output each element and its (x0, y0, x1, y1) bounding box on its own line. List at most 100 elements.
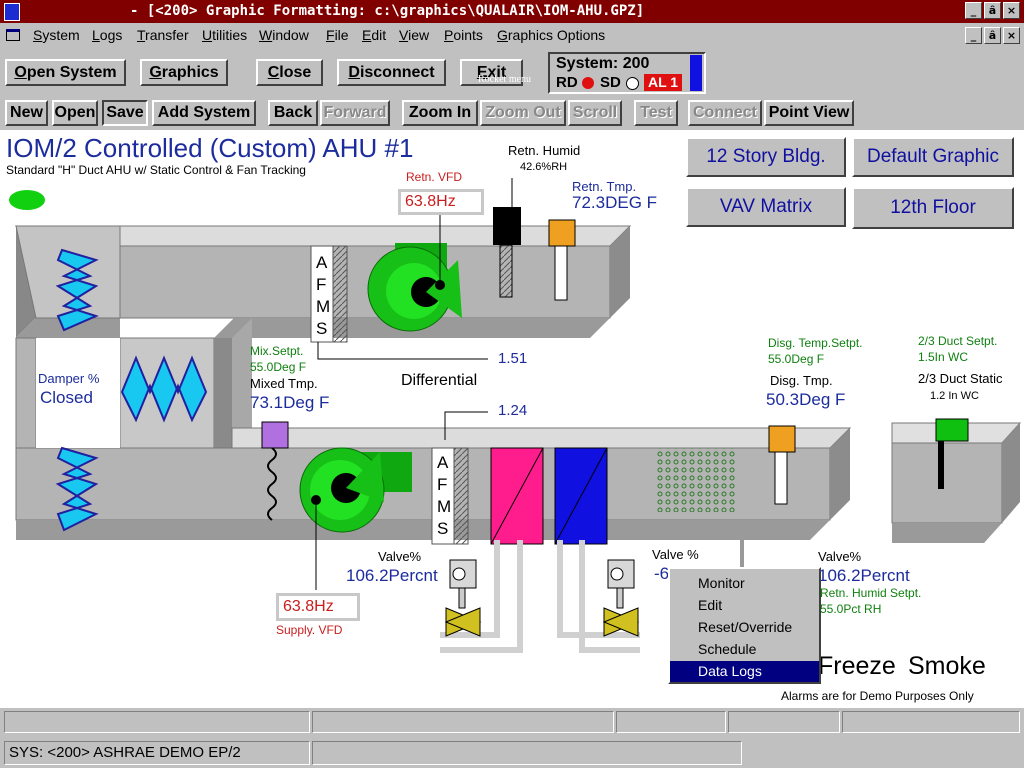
sd-indicator-icon (626, 77, 639, 90)
menu-system[interactable]: System (33, 27, 80, 43)
retn-humid-setpt-value[interactable]: 55.0Pct RH (820, 602, 881, 616)
diff-upper-line (317, 342, 488, 360)
status-pane-4 (728, 711, 840, 733)
duct-static-label: 2/3 Duct Static (918, 371, 1003, 386)
minimize-button[interactable]: _ (965, 2, 982, 19)
retn-tmp-value[interactable]: 72.3DEG F (572, 193, 657, 213)
open-button[interactable]: Open (52, 100, 98, 126)
retn-tmp-label: Retn. Tmp. (572, 179, 637, 194)
diff-lower-value[interactable]: 1.24 (498, 402, 527, 419)
disg-temp-probe (774, 451, 788, 505)
doc-minimize-button[interactable]: _ (965, 27, 982, 44)
valve2-label: Valve % (652, 547, 699, 562)
ctx-edit[interactable]: Edit (670, 595, 819, 616)
nav-12-story-bldg-button[interactable]: 12 Story Bldg. (686, 137, 846, 177)
new-button[interactable]: New (5, 100, 48, 126)
retn-vfd-dot (435, 280, 445, 290)
status-lamp-icon[interactable] (9, 190, 45, 210)
menu-file[interactable]: File (326, 27, 349, 43)
menu-window[interactable]: Window (259, 27, 309, 43)
graphics-button[interactable]: Graphics (140, 59, 228, 86)
scroll-button[interactable]: Scroll (568, 100, 622, 126)
retn-vfd-label: Retn. VFD (406, 170, 463, 184)
status-pane-1 (4, 711, 310, 733)
status-system: SYS: <200> ASHRAE DEMO EP/2 (4, 741, 310, 765)
window-title: - [<200> Graphic Formatting: c:\graphics… (130, 3, 645, 19)
supply-afms-hatch (453, 447, 469, 545)
zoom-in-button[interactable]: Zoom In (402, 100, 478, 126)
doc-close-button[interactable]: × (1003, 27, 1020, 44)
graphic-title: IOM/2 Controlled (Custom) AHU #1 (6, 133, 414, 163)
mixed-temp-sensor-icon (261, 421, 289, 449)
menu-logs[interactable]: Logs (92, 27, 122, 43)
rd-indicator-icon (582, 77, 594, 89)
supply-afms-label: AFMS (437, 453, 452, 538)
menu-graphics-options[interactable]: Graphics Options (497, 27, 605, 43)
nav-default-graphic-button[interactable]: Default Graphic (852, 137, 1014, 177)
smoke-alarm[interactable]: Smoke (908, 652, 986, 681)
title-bar[interactable]: - [<200> Graphic Formatting: c:\graphics… (0, 0, 1024, 23)
open-system-button[interactable]: Open System (5, 59, 126, 86)
retn-temp-sensor-icon (548, 219, 576, 247)
graphic-subtitle: Standard "H" Duct AHU w/ Static Control … (6, 163, 306, 177)
duct-setpt-value[interactable]: 1.5In WC (918, 350, 968, 364)
add-system-button[interactable]: Add System (152, 100, 256, 126)
duct-setpt-label: 2/3 Duct Setpt. (918, 334, 998, 348)
ctx-reset-override[interactable]: Reset/Override (670, 617, 819, 638)
back-button[interactable]: Back (268, 100, 318, 126)
forward-button[interactable]: Forward (320, 100, 390, 126)
zoom-out-button[interactable]: Zoom Out (480, 100, 566, 126)
menu-view[interactable]: View (399, 27, 429, 43)
freeze-alarm[interactable]: Freeze (818, 652, 896, 681)
damper-value[interactable]: Closed (40, 388, 93, 408)
sd-label: SD (600, 74, 621, 91)
doc-maximize-button[interactable]: ȃ (984, 27, 1001, 44)
duct-static-value[interactable]: 1.2 In WC (930, 390, 979, 402)
menu-points[interactable]: Points (444, 27, 483, 43)
supply-vfd-dot (311, 495, 321, 505)
retn-vfd-value[interactable]: 63.8Hz (398, 189, 484, 215)
ctx-monitor[interactable]: Monitor (670, 573, 819, 594)
differential-label: Differential (401, 372, 478, 389)
ctx-data-logs[interactable]: Data Logs (670, 661, 819, 682)
signal-bar-icon (690, 55, 702, 91)
point-view-button[interactable]: Point View (764, 100, 854, 126)
retn-humid-value[interactable]: 42.6%RH (520, 161, 567, 173)
return-afms-label: AFMS (316, 253, 331, 338)
alarm-badge[interactable]: AL 1 (644, 74, 682, 91)
humidity-sensor-icon (493, 207, 521, 245)
disg-setpt-value[interactable]: 55.0Deg F (768, 352, 824, 366)
static-probe (938, 441, 944, 489)
cooling-valve-pipes (557, 540, 640, 653)
document-menu-icon[interactable] (6, 29, 20, 41)
supply-vfd-value[interactable]: 63.8Hz (276, 593, 360, 621)
mixed-tmp-value[interactable]: 73.1Deg F (250, 393, 329, 413)
menu-transfer[interactable]: Transfer (137, 27, 189, 43)
outside-air-riser (15, 337, 37, 449)
diff-upper-value[interactable]: 1.51 (498, 350, 527, 367)
valve1-value[interactable]: 106.2Percnt (346, 566, 438, 586)
maximize-button[interactable]: ȃ (984, 2, 1001, 19)
connect-button[interactable]: Connect (688, 100, 762, 126)
damper-label: Damper % (38, 371, 100, 386)
retn-temp-probe (554, 245, 568, 301)
disg-temp-sensor-icon (768, 425, 796, 453)
disconnect-button[interactable]: Disconnect (337, 59, 446, 86)
humidity-probe (499, 244, 513, 298)
disg-tmp-value[interactable]: 50.3Deg F (766, 390, 845, 410)
mix-setpt-label: Mix.Setpt. (250, 344, 304, 358)
menu-utilities[interactable]: Utilities (202, 27, 247, 43)
mix-setpt-value[interactable]: 55.0Deg F (250, 360, 306, 374)
nav-12th-floor-button[interactable]: 12th Floor (852, 187, 1014, 229)
mixing-damper (120, 355, 208, 423)
nav-vav-matrix-button[interactable]: VAV Matrix (686, 187, 846, 227)
close-button[interactable]: × (1003, 2, 1020, 19)
save-button[interactable]: Save (102, 100, 148, 126)
ctx-schedule[interactable]: Schedule (670, 639, 819, 660)
valve3-value[interactable]: 106.2Percnt (818, 566, 910, 586)
valve1-label: Valve% (378, 549, 422, 564)
system-menu-icon[interactable] (4, 3, 20, 21)
menu-edit[interactable]: Edit (362, 27, 386, 43)
test-button[interactable]: Test (634, 100, 678, 126)
close-graphic-button[interactable]: Close (256, 59, 323, 86)
